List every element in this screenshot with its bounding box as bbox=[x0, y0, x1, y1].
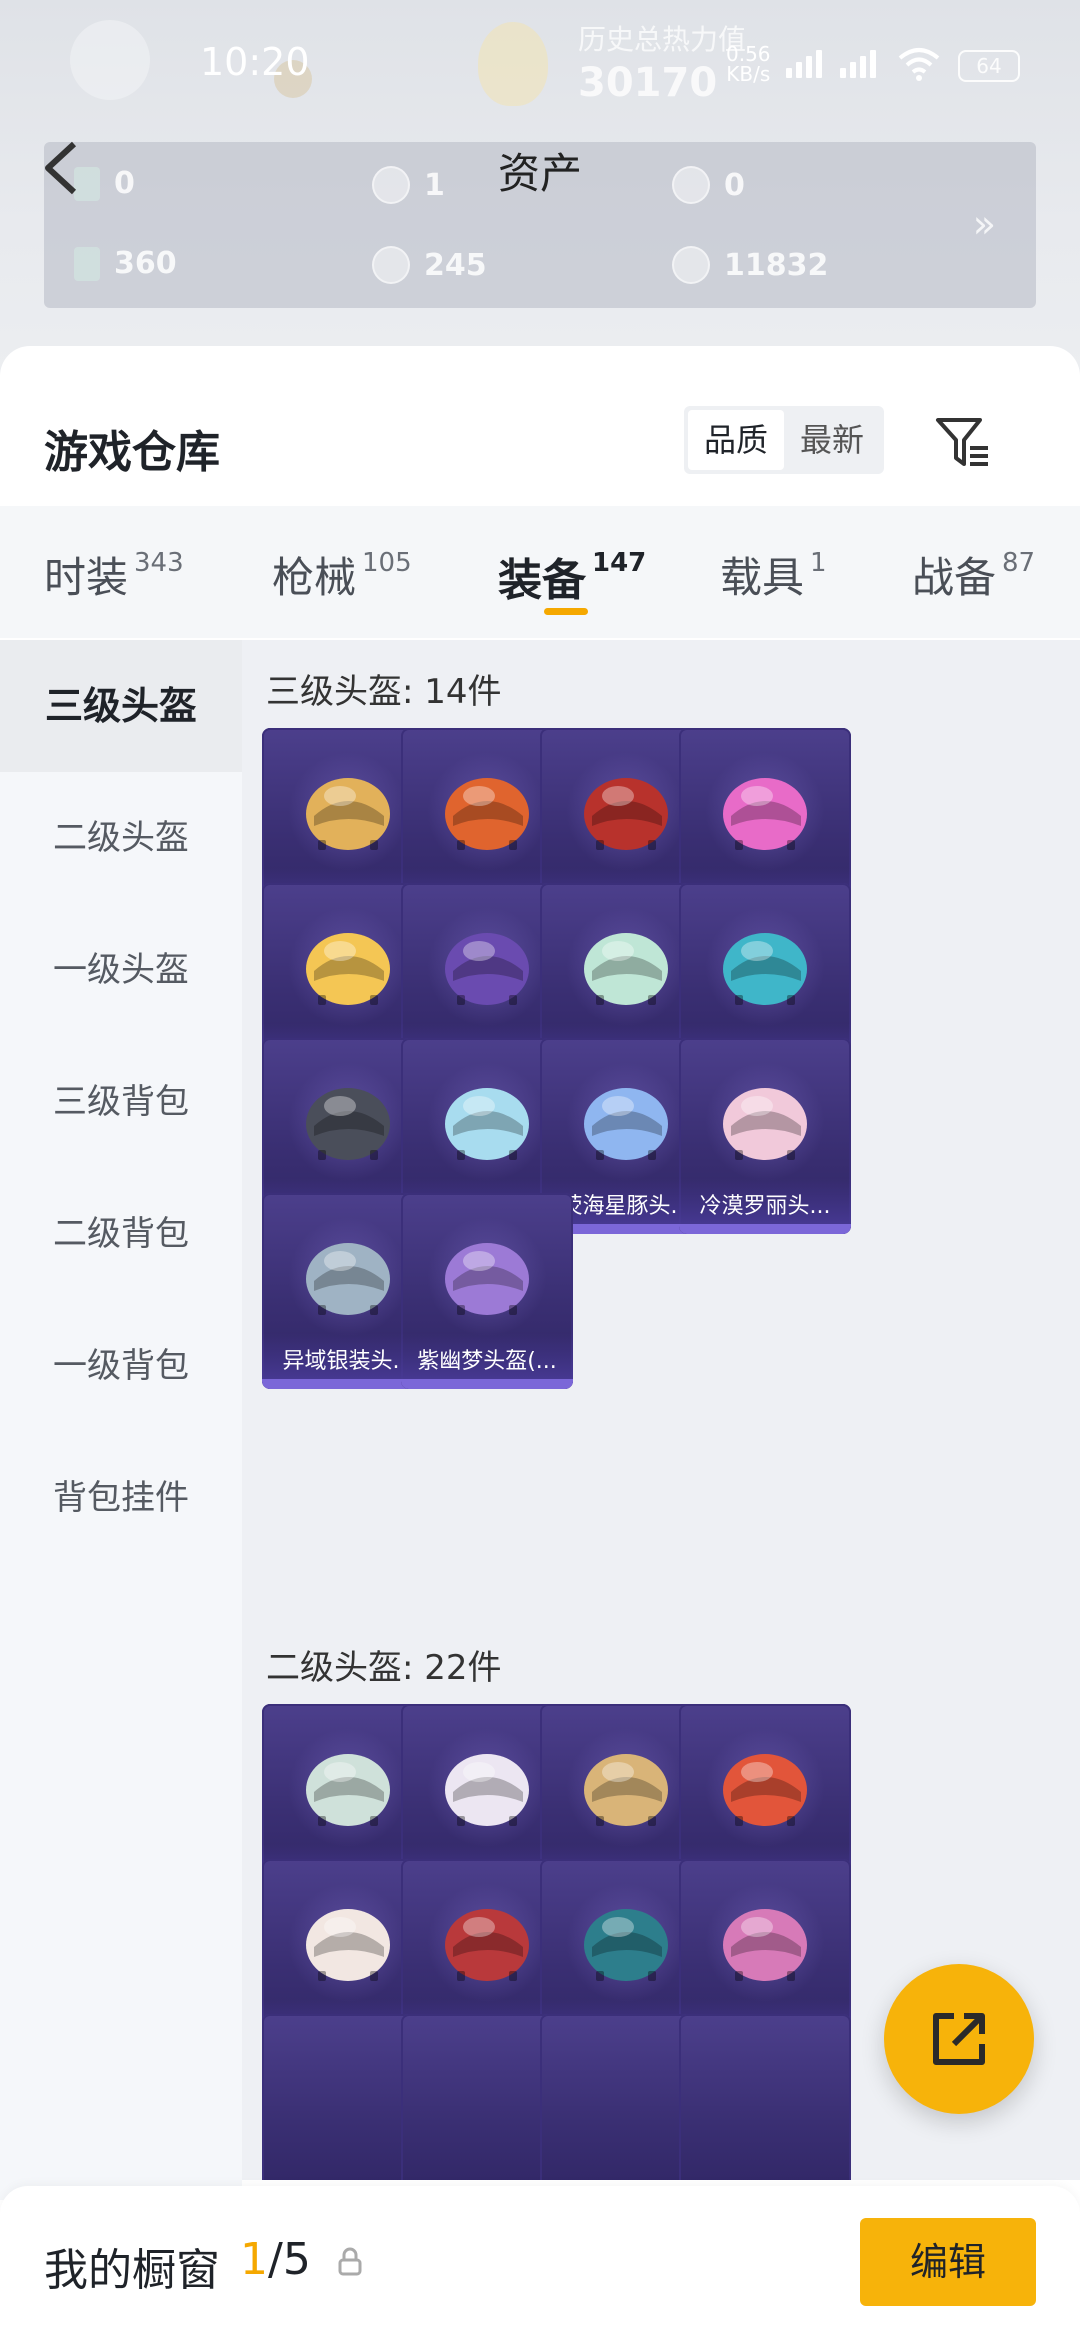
helmet-icon bbox=[445, 778, 529, 850]
subcategory-item[interactable]: 三级背包 bbox=[0, 1036, 242, 1168]
helmet-icon bbox=[584, 1088, 668, 1160]
helmet-icon bbox=[723, 1909, 807, 1981]
history-heat-label: 历史总热力值 bbox=[578, 23, 747, 56]
item-card[interactable]: 冷漠罗丽头... bbox=[679, 1038, 851, 1234]
warehouse-title: 游戏仓库 bbox=[44, 427, 220, 478]
tab-label: 战备 bbox=[912, 553, 997, 602]
item-rarity-stripe bbox=[401, 1379, 573, 1389]
item-rarity-stripe bbox=[679, 1224, 851, 1234]
tab-vehicles[interactable]: 载具 1 bbox=[720, 544, 827, 605]
asset-item: 245 bbox=[372, 246, 487, 284]
history-heat-value: 30170 bbox=[578, 60, 718, 106]
signal-icon bbox=[786, 50, 822, 78]
asset-item: 11832 bbox=[672, 246, 828, 284]
showcase-total: /5 bbox=[268, 2234, 311, 2285]
tab-label: 装备 bbox=[498, 555, 586, 606]
asset-value: 245 bbox=[424, 247, 487, 283]
helmet-icon bbox=[306, 1909, 390, 1981]
item-card[interactable]: 紫幽梦头盔(... bbox=[401, 1193, 573, 1389]
section-title: 二级头盔: 22件 bbox=[266, 1648, 502, 1688]
helmet-icon bbox=[723, 933, 807, 1005]
signal-icon-2 bbox=[840, 50, 876, 78]
tab-label: 枪械 bbox=[272, 553, 357, 602]
item-name: 冷漠罗丽头... bbox=[699, 1194, 831, 1219]
sort-quality-button[interactable]: 品质 bbox=[688, 410, 784, 470]
wifi-icon bbox=[898, 48, 940, 81]
item-grid: 三级头盔: 14件 二级头盔: 22件 六号稻草人...福马献瑞头...荒原烈焰… bbox=[242, 640, 1080, 2180]
section-title: 三级头盔: 14件 bbox=[266, 672, 502, 712]
helmet-icon bbox=[584, 933, 668, 1005]
lock-icon bbox=[338, 2247, 362, 2276]
showcase-current: 1 bbox=[240, 2234, 268, 2285]
subcategory-item[interactable]: 二级背包 bbox=[0, 1168, 242, 1300]
helmet-icon bbox=[306, 1754, 390, 1826]
card-icon bbox=[74, 246, 100, 281]
tab-count: 343 bbox=[134, 548, 184, 578]
subcategory-item[interactable]: 三级头盔 bbox=[0, 640, 242, 772]
helmet-icon bbox=[306, 1088, 390, 1160]
bottom-bar: 我的橱窗 1/5 编辑 bbox=[0, 2186, 1080, 2340]
tab-count: 105 bbox=[362, 548, 412, 578]
tab-equipment[interactable]: 装备 147 bbox=[498, 544, 646, 608]
sort-toggle: 品质 最新 bbox=[684, 406, 884, 474]
edit-button[interactable]: 编辑 bbox=[860, 2218, 1036, 2306]
tab-count: 1 bbox=[810, 548, 827, 578]
helmet-icon bbox=[723, 778, 807, 850]
helmet-icon bbox=[445, 1909, 529, 1981]
asset-value: 360 bbox=[114, 246, 177, 281]
subcategory-sidebar: 三级头盔 二级头盔 一级头盔 三级背包 二级背包 一级背包 背包挂件 bbox=[0, 640, 242, 2200]
helmet-icon bbox=[584, 1909, 668, 1981]
active-tab-indicator bbox=[544, 608, 588, 615]
helmet-icon bbox=[723, 1754, 807, 1826]
asset-item: 360 bbox=[74, 246, 177, 281]
coin-icon bbox=[672, 246, 710, 284]
share-button[interactable] bbox=[884, 1964, 1034, 2114]
asset-value: 11832 bbox=[724, 247, 829, 283]
tab-label: 载具 bbox=[720, 553, 805, 602]
helmet-icon bbox=[445, 1243, 529, 1315]
subcategory-item[interactable]: 背包挂件 bbox=[0, 1432, 242, 1564]
helmet-icon bbox=[723, 1088, 807, 1160]
helmet-icon bbox=[445, 1754, 529, 1826]
network-speed: 0.56 KB/s bbox=[726, 42, 771, 86]
helmet-icon bbox=[445, 933, 529, 1005]
tab-guns[interactable]: 枪械 105 bbox=[272, 544, 412, 605]
helmet-icon bbox=[445, 1088, 529, 1160]
subcategory-item[interactable]: 一级头盔 bbox=[0, 904, 242, 1036]
showcase-label: 我的橱窗 bbox=[44, 2245, 220, 2296]
subcategory-item[interactable]: 一级背包 bbox=[0, 1300, 242, 1432]
item-card[interactable] bbox=[679, 2014, 851, 2180]
helmet-icon bbox=[306, 933, 390, 1005]
helmet-icon bbox=[584, 1754, 668, 1826]
item-name: 紫幽梦头盔(... bbox=[417, 1349, 557, 1374]
subcategory-item[interactable]: 二级头盔 bbox=[0, 772, 242, 904]
battery-indicator: 64 bbox=[958, 50, 1020, 82]
filter-icon[interactable] bbox=[934, 414, 992, 472]
category-tabs: 时装 343 枪械 105 装备 147 载具 1 战备 87 bbox=[0, 506, 1080, 638]
tab-label: 时装 bbox=[44, 553, 129, 602]
page-title: 资产 bbox=[497, 149, 582, 198]
share-icon bbox=[933, 2013, 985, 2065]
showcase-count: 1/5 bbox=[240, 2234, 311, 2285]
coin-icon bbox=[372, 246, 410, 284]
tab-fashion[interactable]: 时装 343 bbox=[44, 544, 184, 605]
tab-supplies[interactable]: 战备 87 bbox=[912, 544, 1035, 605]
status-time: 10:20 bbox=[200, 40, 310, 84]
double-chevron-right-icon[interactable]: » bbox=[973, 202, 996, 246]
helmet-icon bbox=[584, 778, 668, 850]
tab-count: 87 bbox=[1002, 548, 1036, 578]
sort-latest-button[interactable]: 最新 bbox=[784, 410, 880, 470]
helmet-icon bbox=[306, 778, 390, 850]
helmet-icon bbox=[306, 1243, 390, 1315]
tab-count: 147 bbox=[592, 548, 647, 578]
